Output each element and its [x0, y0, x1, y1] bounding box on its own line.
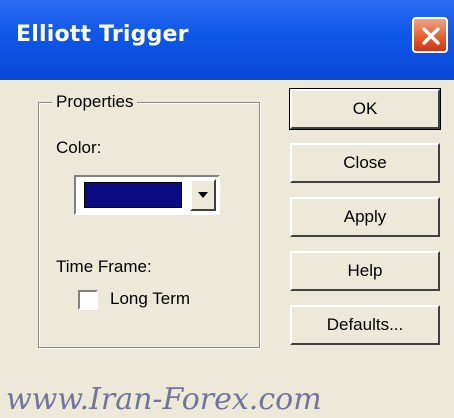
ok-button-label: OK — [352, 99, 378, 118]
properties-group-label: Properties — [52, 92, 138, 112]
color-label: Color: — [56, 138, 102, 157]
long-term-checkbox[interactable] — [78, 290, 98, 310]
defaults-button[interactable]: Defaults... — [290, 305, 440, 345]
timeframe-label: Time Frame: — [56, 257, 152, 276]
ok-button[interactable]: OK — [289, 88, 441, 130]
defaults-button-label: Defaults... — [326, 315, 404, 334]
window-title: Elliott Trigger — [16, 22, 189, 47]
close-button-label: Close — [343, 153, 387, 172]
color-dropdown-button[interactable] — [190, 179, 216, 211]
help-button-label: Help — [347, 261, 383, 280]
long-term-label[interactable]: Long Term — [110, 289, 190, 309]
help-button[interactable]: Help — [290, 251, 440, 291]
title-bar[interactable]: Elliott Trigger — [0, 0, 454, 80]
close-icon — [422, 27, 440, 45]
color-swatch — [84, 182, 182, 208]
close-window-button[interactable] — [412, 17, 448, 53]
close-button[interactable]: Close — [290, 143, 440, 183]
color-dropdown[interactable] — [74, 175, 220, 215]
watermark: www.Iran-Forex.com — [6, 382, 322, 417]
apply-button[interactable]: Apply — [290, 197, 440, 237]
apply-button-label: Apply — [343, 207, 387, 226]
chevron-down-icon — [198, 192, 208, 198]
